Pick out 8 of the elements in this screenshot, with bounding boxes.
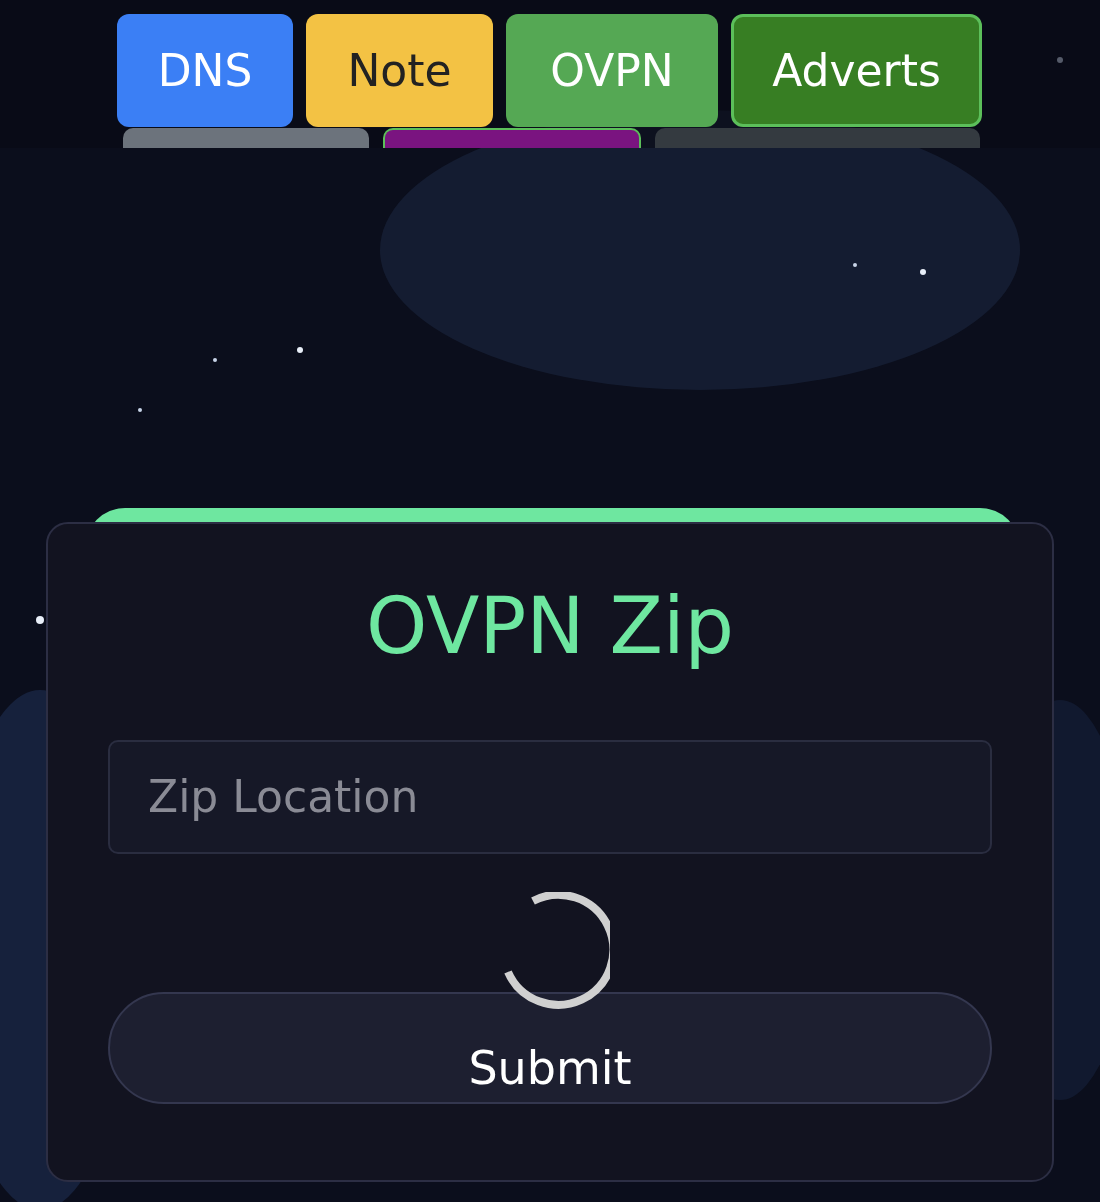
submit-button[interactable]: Submit xyxy=(108,991,992,1104)
nav-tab[interactable]: OVPN xyxy=(506,14,718,127)
nav-tab[interactable]: Adverts xyxy=(731,14,982,127)
nav-tab[interactable]: Note xyxy=(306,14,493,127)
input-field[interactable]: Zip Location xyxy=(108,739,992,854)
nav-tab[interactable]: DNS xyxy=(117,14,293,127)
sub-tab[interactable] xyxy=(383,128,641,148)
card-title: OVPN Zip xyxy=(365,584,735,670)
